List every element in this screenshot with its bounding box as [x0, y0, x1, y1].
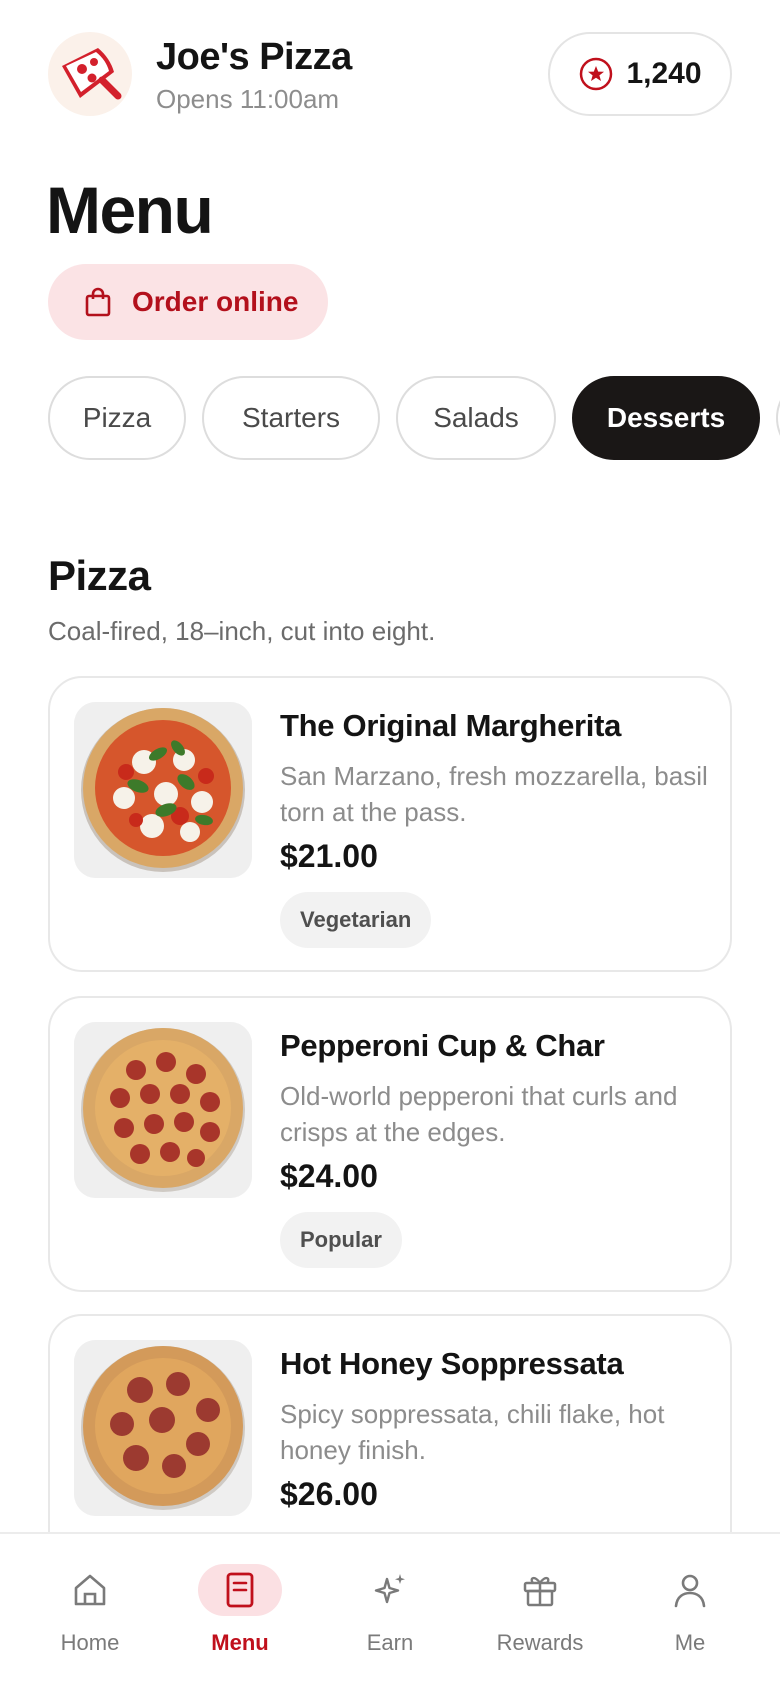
home-icon — [74, 1574, 106, 1606]
category-tabs: Pizza Starters Salads Desserts — [48, 376, 780, 462]
item-image — [74, 702, 252, 878]
section-description: Coal-fired, 18–inch, cut into eight. — [48, 616, 436, 646]
person-icon — [674, 1574, 706, 1608]
nav-earn-label: Earn — [366, 1630, 414, 1655]
pizza-slice-icon — [56, 40, 124, 108]
nav-home[interactable]: Home — [15, 1564, 165, 1674]
item-tag: Popular — [280, 1212, 402, 1268]
points-balance-button[interactable]: 1,240 — [548, 32, 732, 116]
item-description: Old-world pepperoni that curls and crisp… — [280, 1081, 678, 1147]
page-title: Menu — [46, 173, 214, 247]
nav-rewards-label: Rewards — [496, 1630, 584, 1655]
menu-item-card[interactable]: Pepperoni Cup & Char Old-world pepperoni… — [48, 996, 732, 1292]
menu-book-icon — [226, 1572, 254, 1608]
nav-menu-label: Menu — [211, 1630, 269, 1655]
item-tag: Vegetarian — [280, 892, 432, 948]
nav-earn[interactable]: Earn — [315, 1564, 465, 1674]
item-description: San Marzano, fresh mozzarella, basil tor… — [280, 761, 708, 827]
nav-rewards[interactable]: Rewards — [465, 1564, 615, 1674]
bottom-navigation: Home Menu Earn Rewards Me — [0, 1532, 780, 1688]
gift-icon — [523, 1576, 557, 1607]
item-description: Spicy soppressata, chili flake, hot hone… — [280, 1399, 665, 1465]
nav-me[interactable]: Me — [615, 1564, 765, 1674]
tab-more[interactable] — [776, 376, 780, 460]
item-name: Pepperoni Cup & Char — [280, 1028, 605, 1063]
opening-hours: Opens 11:00am — [156, 84, 340, 114]
order-online-button[interactable]: Order online — [48, 264, 328, 340]
nav-me-label: Me — [674, 1630, 706, 1655]
sparkle-icon — [374, 1574, 405, 1604]
menu-item-card[interactable]: The Original Margherita San Marzano, fre… — [48, 676, 732, 972]
item-price: $24.00 — [280, 1158, 378, 1194]
tab-pizza[interactable]: Pizza — [48, 376, 186, 460]
tab-starters[interactable]: Starters — [202, 376, 380, 460]
tab-desserts[interactable]: Desserts — [572, 376, 760, 460]
nav-menu[interactable]: Menu — [165, 1564, 315, 1674]
section-title: Pizza — [48, 552, 151, 599]
item-price: $21.00 — [280, 838, 378, 874]
restaurant-logo[interactable] — [48, 32, 132, 116]
item-price: $26.00 — [280, 1476, 378, 1512]
item-name: The Original Margherita — [280, 708, 622, 743]
nav-home-label: Home — [60, 1630, 120, 1655]
item-image — [74, 1340, 252, 1516]
tab-salads[interactable]: Salads — [396, 376, 556, 460]
item-image — [74, 1022, 252, 1198]
points-value: 1,240 — [626, 57, 702, 90]
app-header: Joe's Pizza Opens 11:00am 1,240 — [48, 32, 732, 118]
star-badge-icon — [580, 57, 613, 91]
order-online-label: Order online — [132, 286, 299, 317]
shopping-bag-icon — [85, 287, 111, 317]
restaurant-name: Joe's Pizza — [156, 36, 352, 78]
item-name: Hot Honey Soppressata — [280, 1346, 624, 1381]
